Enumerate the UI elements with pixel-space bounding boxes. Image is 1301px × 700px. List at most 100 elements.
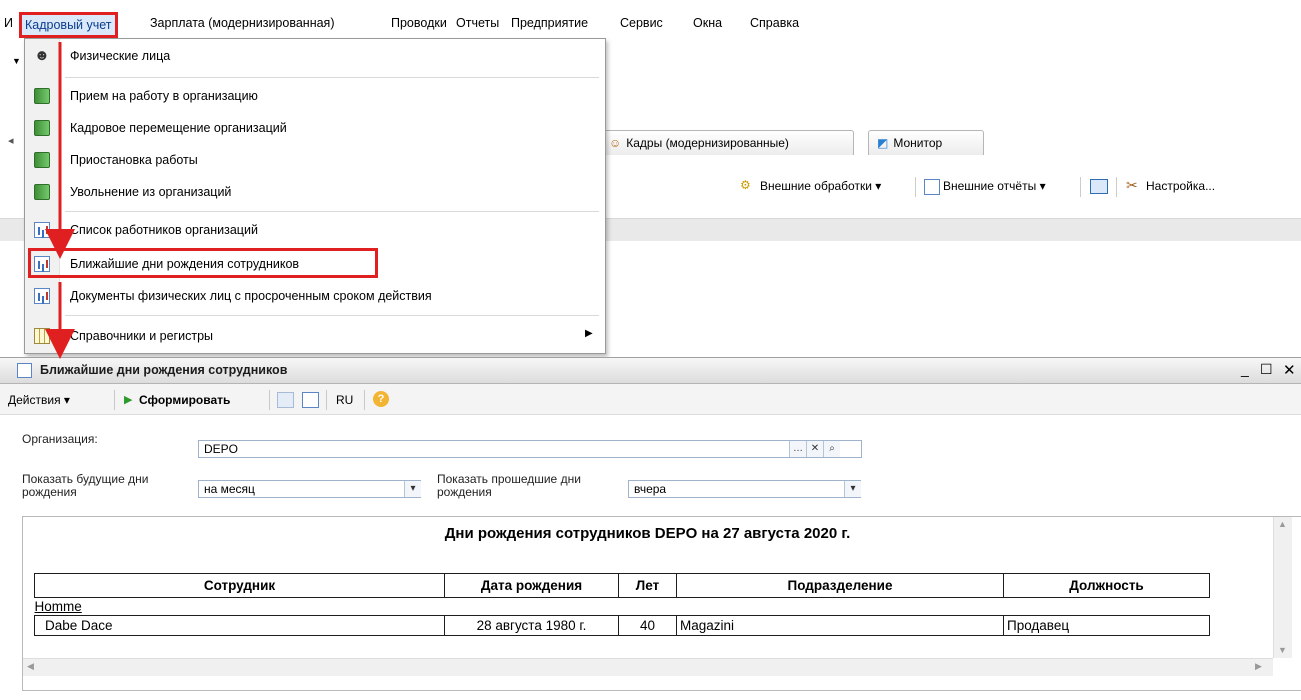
menu-item-salary[interactable]: Зарплата (модернизированная): [150, 14, 334, 32]
vertical-scrollbar[interactable]: ▲ ▼: [1273, 517, 1292, 658]
menu-item-enterprise[interactable]: Предприятие: [511, 14, 588, 32]
cell-age[interactable]: 40: [618, 615, 677, 636]
scroll-down-icon[interactable]: ▼: [1278, 645, 1287, 655]
background-actions: ⚙ Внешние обработки ▾ Внешние отчёты ▾ ✂…: [600, 172, 1301, 202]
window-icon[interactable]: [1090, 179, 1108, 194]
close-icon[interactable]: ✕: [1283, 361, 1296, 379]
generate-button[interactable]: Сформировать: [139, 392, 230, 408]
organization-field[interactable]: DEPO … ✕ ⌕: [198, 440, 862, 458]
cell-department[interactable]: Magazini: [676, 615, 1004, 636]
scroll-up-icon[interactable]: ▲: [1278, 519, 1287, 529]
window-title-bar: Ближайшие дни рождения сотрудников _ ☐ ✕: [0, 358, 1301, 384]
table-icon: [34, 328, 50, 344]
clear-icon[interactable]: ✕: [806, 441, 823, 457]
tab-label: Кадры (модернизированные): [626, 136, 789, 150]
play-icon: ▶: [124, 394, 133, 406]
processing-icon: ⚙: [740, 178, 751, 192]
external-reports-button[interactable]: Внешние отчёты ▾: [943, 179, 1046, 193]
menu-item-suspension[interactable]: Приостановка работы: [25, 147, 605, 173]
actions-menu-button[interactable]: Действия ▾: [8, 392, 70, 408]
document-icon: [34, 88, 50, 104]
menu-item-windows[interactable]: Окна: [693, 14, 722, 32]
menu-item-transfer[interactable]: Кадровое перемещение организаций: [25, 115, 605, 141]
menu-item-fragment[interactable]: И: [4, 14, 13, 32]
menu-item-hiring[interactable]: Прием на работу в организацию: [25, 83, 605, 109]
cell-birthdate[interactable]: 28 августа 1980 г.: [444, 615, 619, 636]
column-header-department: Подразделение: [676, 573, 1004, 598]
person-icon: ☻: [34, 47, 50, 64]
dropdown-arrow-icon[interactable]: ▼: [12, 56, 21, 66]
maximize-icon[interactable]: ☐: [1260, 361, 1273, 378]
report-title: Дни рождения сотрудников DEPO на 27 авгу…: [444, 525, 851, 542]
menu-separator: [65, 211, 599, 212]
divider: [364, 390, 365, 410]
horizontal-scrollbar[interactable]: ◀ ▶: [23, 658, 1273, 676]
divider: [915, 177, 916, 197]
tab-label: Монитор: [893, 136, 943, 150]
past-period-select[interactable]: вчера ▾: [628, 480, 861, 498]
chevron-down-icon[interactable]: ▾: [404, 481, 421, 497]
divider: [1116, 177, 1117, 197]
menu-item-help[interactable]: Справка: [750, 14, 799, 32]
document-icon: [34, 152, 50, 168]
menu-separator: [65, 315, 599, 316]
people-icon: ☺: [609, 136, 622, 150]
background-toolbar: ▼: [0, 40, 25, 100]
column-header-employee: Сотрудник: [34, 573, 445, 598]
divider: [114, 390, 115, 410]
cell-position[interactable]: Продавец: [1003, 615, 1210, 636]
minimize-icon[interactable]: _: [1241, 361, 1249, 377]
tab-monitor[interactable]: ◩ Монитор: [868, 130, 984, 155]
divider: [1080, 177, 1081, 197]
document-icon: [34, 120, 50, 136]
menu-item-directories[interactable]: Справочники и регистры ▶: [25, 323, 605, 349]
menu-separator: [65, 77, 599, 78]
menu-item-reports[interactable]: Отчеты: [456, 14, 499, 32]
tab-hr-modernized[interactable]: ☺ Кадры (модернизированные): [600, 130, 854, 155]
menu-bar: И Кадровый учет Зарплата (модернизирован…: [0, 0, 1301, 40]
report-icon: [34, 222, 50, 238]
group-row: Homme: [35, 598, 1210, 616]
group-label[interactable]: Homme: [35, 598, 1210, 616]
report-icon: [34, 288, 50, 304]
chevron-down-icon[interactable]: ▾: [844, 481, 861, 497]
language-button[interactable]: RU: [336, 392, 353, 408]
external-processing-button[interactable]: Внешние обработки ▾: [760, 179, 881, 193]
document-icon: [34, 184, 50, 200]
table-row: Dabe Dace 28 августа 1980 г. 40 Magazini…: [34, 615, 1210, 636]
menu-item-employee-list[interactable]: Список работников организаций: [25, 217, 605, 243]
column-header-birthdate: Дата рождения: [444, 573, 619, 598]
future-period-select[interactable]: на месяц ▾: [198, 480, 421, 498]
search-icon[interactable]: ⌕: [823, 441, 840, 457]
tab-scroll-icon[interactable]: ◂: [8, 134, 14, 147]
select-icon[interactable]: …: [789, 441, 806, 457]
highlight-frame: [28, 248, 378, 278]
menu-item-postings[interactable]: Проводки: [391, 14, 447, 32]
report-icon: [17, 363, 32, 378]
organization-label: Организация:: [22, 432, 98, 446]
past-birthdays-label: Показать прошедшие дни рождения: [437, 472, 581, 499]
menu-item-expired-documents[interactable]: Документы физических лиц с просроченным …: [25, 283, 605, 309]
menu-item-dismissal[interactable]: Увольнение из организаций: [25, 179, 605, 205]
column-header-position: Должность: [1003, 573, 1210, 598]
scroll-left-icon[interactable]: ◀: [27, 661, 34, 672]
report-toolbar: Действия ▾ ▶ Сформировать RU ?: [0, 384, 1301, 415]
help-icon[interactable]: ?: [373, 391, 389, 407]
menu-item-hr[interactable]: Кадровый учет: [19, 12, 118, 38]
save-settings-icon[interactable]: [277, 392, 294, 408]
cell-employee[interactable]: Dabe Dace: [34, 615, 445, 636]
menu-item-individuals[interactable]: ☻ Физические лица: [25, 43, 605, 69]
divider: [269, 390, 270, 410]
hr-dropdown-menu: ☻ Физические лица Прием на работу в орга…: [24, 38, 606, 354]
future-birthdays-label: Показать будущие дни рождения: [22, 472, 149, 499]
birthday-table: Сотрудник Дата рождения Лет Подразделени…: [34, 573, 1210, 636]
restore-settings-icon[interactable]: [302, 392, 319, 408]
divider: [326, 390, 327, 410]
scroll-right-icon[interactable]: ▶: [1255, 661, 1262, 672]
column-header-age: Лет: [618, 573, 677, 598]
tools-icon: ✂: [1126, 177, 1138, 193]
menu-item-service[interactable]: Сервис: [620, 14, 663, 32]
submenu-arrow-icon: ▶: [585, 328, 593, 339]
table-header-row: Сотрудник Дата рождения Лет Подразделени…: [34, 573, 1210, 598]
settings-button[interactable]: Настройка...: [1146, 179, 1215, 193]
